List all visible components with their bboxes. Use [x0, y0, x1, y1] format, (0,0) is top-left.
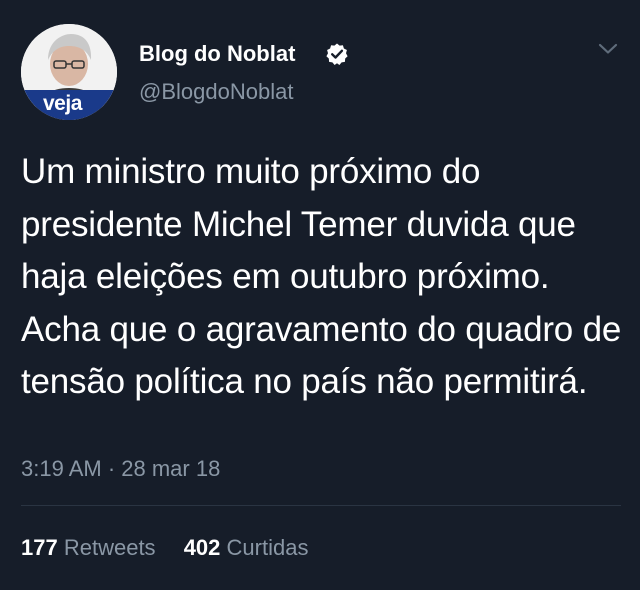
- retweets-count: 177: [21, 535, 58, 560]
- engagement-stats: 177 Retweets 402 Curtidas: [21, 533, 308, 563]
- retweets-stat[interactable]: 177 Retweets: [21, 533, 156, 563]
- likes-count: 402: [183, 535, 221, 560]
- tweet-card: veja Blog do Noblat @BlogdoNoblat Um min…: [0, 0, 640, 590]
- likes-label: Curtidas: [226, 535, 309, 560]
- divider: [21, 505, 621, 506]
- tweet-text: Um ministro muito próximo do presidente …: [21, 152, 622, 401]
- chevron-down-icon[interactable]: [596, 40, 620, 58]
- avatar-badge: veja: [21, 90, 117, 120]
- user-handle[interactable]: @BlogdoNoblat: [139, 78, 293, 106]
- display-name[interactable]: Blog do Noblat: [139, 40, 295, 68]
- tweet-timestamp[interactable]: 3:19 AM · 28 mar 18: [21, 454, 220, 484]
- retweets-label: Retweets: [63, 535, 156, 560]
- avatar[interactable]: veja: [21, 24, 117, 120]
- likes-stat[interactable]: 402 Curtidas: [184, 533, 309, 563]
- verified-badge-icon: [326, 43, 348, 65]
